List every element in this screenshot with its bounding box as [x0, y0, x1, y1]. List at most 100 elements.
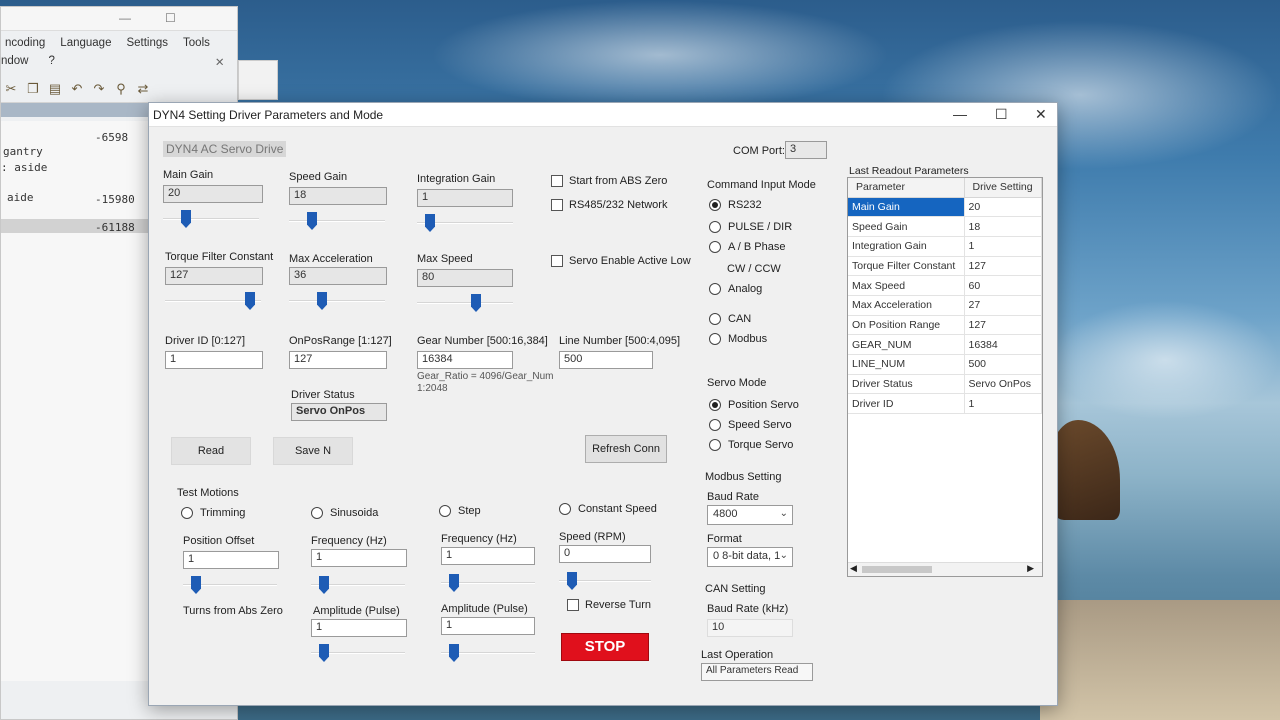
radio-trimming[interactable]: Trimming: [181, 507, 245, 519]
position-offset-slider[interactable]: [183, 575, 277, 595]
radio-analog[interactable]: Analog: [709, 283, 762, 295]
table-row[interactable]: Integration Gain 1: [848, 236, 1042, 257]
position-offset-input[interactable]: 1: [183, 551, 279, 569]
radio-ab-phase[interactable]: A / B Phase: [709, 241, 785, 253]
radio-modbus[interactable]: Modbus: [709, 333, 767, 345]
horizontal-scrollbar[interactable]: ◀ ▶: [848, 562, 1042, 576]
slider-thumb[interactable]: [245, 292, 255, 310]
radio-dot[interactable]: [709, 399, 721, 411]
slider-thumb[interactable]: [471, 294, 481, 312]
slider-thumb[interactable]: [319, 644, 329, 662]
slider-thumb[interactable]: [307, 212, 317, 230]
max-accel-input[interactable]: 36: [289, 267, 387, 285]
copy-icon[interactable]: ❐: [25, 81, 41, 97]
max-speed-input[interactable]: 80: [417, 269, 513, 287]
table-row[interactable]: Main Gain 20: [848, 197, 1042, 218]
radio-torque-servo[interactable]: Torque Servo: [709, 439, 793, 451]
checkbox-box[interactable]: [551, 175, 563, 187]
radio-dot[interactable]: [709, 221, 721, 233]
speed-gain-slider[interactable]: [289, 211, 385, 231]
menu-item[interactable]: ndow: [1, 55, 29, 69]
radio-dot[interactable]: [311, 507, 323, 519]
refresh-conn-button[interactable]: Refresh Conn: [585, 435, 667, 463]
column-header[interactable]: Drive Setting: [964, 178, 1042, 198]
modbus-format-select[interactable]: 0 8-bit data, 1 ⌄: [707, 547, 793, 567]
radio-sinusoidal[interactable]: Sinusoida: [311, 507, 378, 519]
gear-number-input[interactable]: 16384: [417, 351, 513, 369]
close-icon[interactable]: ✕: [215, 55, 225, 69]
frequency2-slider[interactable]: [441, 573, 535, 593]
menu-item[interactable]: ncoding: [5, 37, 45, 49]
maximize-icon[interactable]: ☐: [995, 106, 1008, 123]
table-row[interactable]: GEAR_NUM 16384: [848, 334, 1042, 355]
speed-rpm-input[interactable]: 0: [559, 545, 651, 563]
reverse-turn-checkbox[interactable]: Reverse Turn: [567, 599, 651, 611]
slider-thumb[interactable]: [449, 644, 459, 662]
radio-position-servo[interactable]: Position Servo: [709, 399, 799, 411]
speed-gain-input[interactable]: 18: [289, 187, 387, 205]
frequency-slider[interactable]: [311, 575, 405, 595]
line-number-input[interactable]: 500: [559, 351, 653, 369]
slider-thumb[interactable]: [449, 574, 459, 592]
slider-thumb[interactable]: [181, 210, 191, 228]
stop-button[interactable]: STOP: [561, 633, 649, 661]
maximize-icon[interactable]: ☐: [165, 11, 176, 25]
frequency2-input[interactable]: 1: [441, 547, 535, 565]
radio-dot[interactable]: [709, 419, 721, 431]
max-accel-slider[interactable]: [289, 291, 385, 311]
integration-gain-input[interactable]: 1: [417, 189, 513, 207]
menu-item[interactable]: Tools: [183, 37, 210, 49]
slider-thumb[interactable]: [567, 572, 577, 590]
radio-dot[interactable]: [709, 283, 721, 295]
slider-thumb[interactable]: [319, 576, 329, 594]
column-header[interactable]: Parameter: [848, 178, 965, 198]
menu-item[interactable]: ?: [49, 55, 55, 69]
table-row[interactable]: Driver ID 1: [848, 393, 1042, 415]
table-row[interactable]: On Position Range 127: [848, 315, 1042, 336]
scrollbar-thumb[interactable]: [862, 566, 932, 573]
table-row[interactable]: Max Speed 60: [848, 275, 1042, 296]
radio-dot[interactable]: [559, 503, 571, 515]
table-row[interactable]: Torque Filter Constant 127: [848, 256, 1042, 277]
checkbox-box[interactable]: [551, 199, 563, 211]
radio-dot[interactable]: [709, 439, 721, 451]
driver-id-input[interactable]: 1: [165, 351, 263, 369]
max-speed-slider[interactable]: [417, 293, 513, 313]
speed-rpm-slider[interactable]: [559, 571, 651, 591]
torque-filter-slider[interactable]: [165, 291, 261, 311]
table-row[interactable]: Speed Gain 18: [848, 216, 1042, 237]
paste-icon[interactable]: ▤: [47, 81, 63, 97]
checkbox-box[interactable]: [551, 255, 563, 267]
checkbox-box[interactable]: [567, 599, 579, 611]
onpos-range-input[interactable]: 127: [289, 351, 387, 369]
scroll-right-icon[interactable]: ▶: [1027, 563, 1034, 574]
find-icon[interactable]: ⚲: [113, 81, 129, 97]
replace-icon[interactable]: ⇄: [135, 81, 151, 97]
main-gain-input[interactable]: 20: [163, 185, 263, 203]
torque-filter-input[interactable]: 127: [165, 267, 263, 285]
table-row[interactable]: LINE_NUM 500: [848, 354, 1042, 375]
table-row[interactable]: Driver Status Servo OnPos: [848, 374, 1042, 395]
chevron-down-icon[interactable]: ⌄: [780, 550, 788, 561]
undo-icon[interactable]: ↶: [69, 81, 85, 97]
radio-can[interactable]: CAN: [709, 313, 751, 325]
radio-constant-speed[interactable]: Constant Speed: [559, 503, 657, 515]
frequency-input[interactable]: 1: [311, 549, 407, 567]
minimize-icon[interactable]: —: [119, 11, 131, 25]
slider-thumb[interactable]: [317, 292, 327, 310]
radio-pulse-dir[interactable]: PULSE / DIR: [709, 221, 792, 233]
can-baud-input[interactable]: 10: [707, 619, 793, 637]
redo-icon[interactable]: ↷: [91, 81, 107, 97]
abs-zero-checkbox[interactable]: Start from ABS Zero: [551, 175, 667, 187]
modbus-baud-select[interactable]: 4800 ⌄: [707, 505, 793, 525]
radio-dot[interactable]: [709, 241, 721, 253]
menu-item[interactable]: Language: [60, 37, 111, 49]
amplitude2-slider[interactable]: [441, 643, 535, 663]
servo-enable-checkbox[interactable]: Servo Enable Active Low: [551, 255, 691, 267]
cut-icon[interactable]: ✂: [3, 81, 19, 97]
radio-rs232[interactable]: RS232: [709, 199, 762, 211]
slider-thumb[interactable]: [191, 576, 201, 594]
menu-item[interactable]: Settings: [126, 37, 168, 49]
minimize-icon[interactable]: —: [953, 106, 967, 122]
com-port-input[interactable]: 3: [785, 141, 827, 159]
